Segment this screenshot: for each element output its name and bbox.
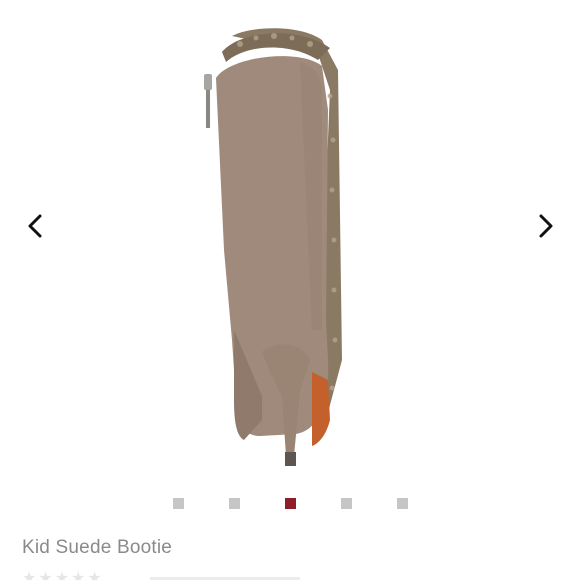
carousel-dot-3-active[interactable]: [285, 498, 296, 509]
heel-tip: [285, 452, 296, 466]
next-image-button[interactable]: [532, 208, 562, 244]
carousel-dot-1[interactable]: [173, 498, 184, 509]
product-page: Kid Suede Bootie ★★★★★: [0, 0, 580, 580]
carousel-pagination: [0, 498, 580, 510]
previous-image-button[interactable]: [21, 208, 51, 244]
outsole: [312, 372, 330, 446]
rating-stars: ★★★★★: [22, 570, 104, 580]
product-image: [204, 28, 342, 466]
carousel-dot-4[interactable]: [341, 498, 352, 509]
carousel-dot-5[interactable]: [397, 498, 408, 509]
chevron-left-icon: [28, 214, 42, 238]
chevron-right-icon: [539, 214, 553, 238]
carousel-dot-2[interactable]: [229, 498, 240, 509]
zipper-pull: [204, 74, 212, 90]
product-title: Kid Suede Bootie: [22, 537, 173, 558]
